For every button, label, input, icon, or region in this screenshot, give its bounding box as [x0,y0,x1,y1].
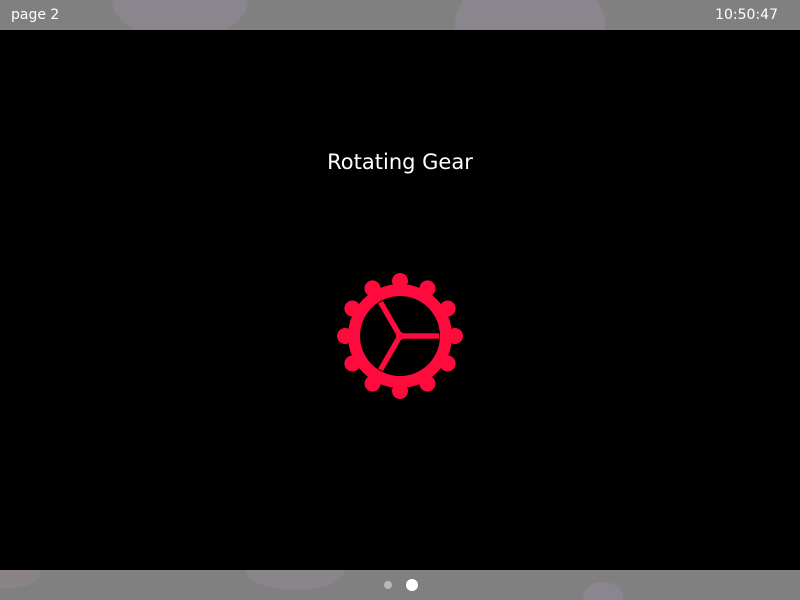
page-label: page 2 [11,7,60,23]
gear-icon [336,272,464,400]
screen: page 2 10:50:47 Rotating Gear [0,0,800,600]
page-dot-1[interactable] [384,581,392,589]
page-dot-2-active[interactable] [406,579,418,591]
background-blob [112,0,248,30]
background-blob [455,0,605,30]
clock: 10:50:47 [715,7,778,23]
page-indicator-bar [0,570,800,600]
main-content: Rotating Gear [0,30,800,570]
page-title: Rotating Gear [327,150,473,174]
page-dots [0,570,800,600]
status-bar: page 2 10:50:47 [0,0,800,30]
